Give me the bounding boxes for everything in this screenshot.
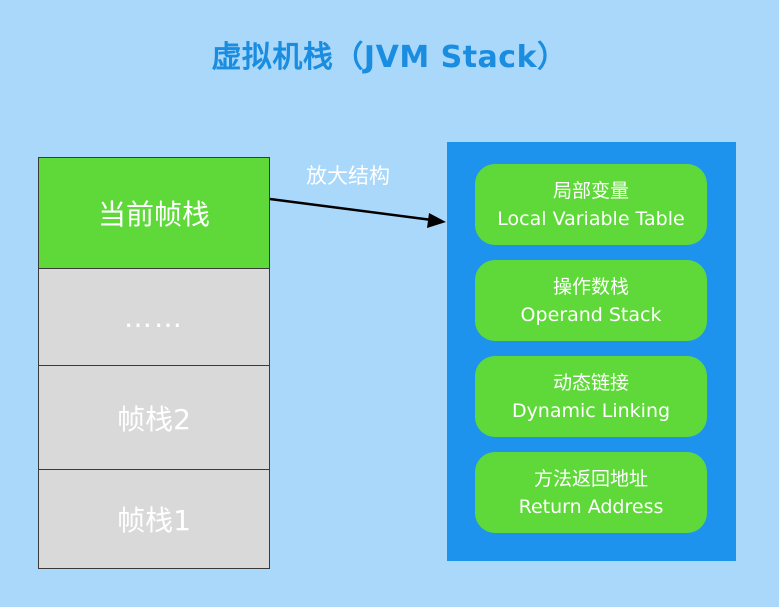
item-label-en: Operand Stack: [520, 303, 662, 326]
stack-frame-ellipsis: ……: [38, 267, 270, 367]
item-label-en: Return Address: [518, 495, 664, 518]
stack-frame-1: 帧栈1: [38, 468, 270, 569]
diagram-title: 虚拟机栈（JVM Stack）: [211, 40, 568, 75]
item-label-zh: 操作数栈: [552, 275, 629, 298]
item-label-en: Dynamic Linking: [511, 399, 671, 422]
zoom-arrow-head: [427, 213, 446, 228]
dynamic-linking-box: 动态链接 Dynamic Linking: [475, 356, 707, 437]
item-label-en: Local Variable Table: [497, 207, 685, 230]
jvm-stack: 当前帧栈 …… 帧栈2 帧栈1: [38, 157, 270, 569]
return-address-box: 方法返回地址 Return Address: [475, 452, 707, 533]
stack-frame-2: 帧栈2: [38, 365, 270, 470]
item-label-zh: 动态链接: [552, 371, 629, 394]
frame-structure-panel: 局部变量 Local Variable Table 操作数栈 Operand S…: [447, 142, 736, 561]
stack-frame-current: 当前帧栈: [38, 157, 270, 269]
zoom-arrow-line: [269, 197, 433, 222]
arrow-label: 放大结构: [306, 164, 390, 188]
item-label-zh: 方法返回地址: [533, 467, 648, 490]
operand-stack-box: 操作数栈 Operand Stack: [475, 260, 707, 341]
item-label-zh: 局部变量: [552, 179, 629, 202]
local-variable-table-box: 局部变量 Local Variable Table: [475, 164, 707, 245]
